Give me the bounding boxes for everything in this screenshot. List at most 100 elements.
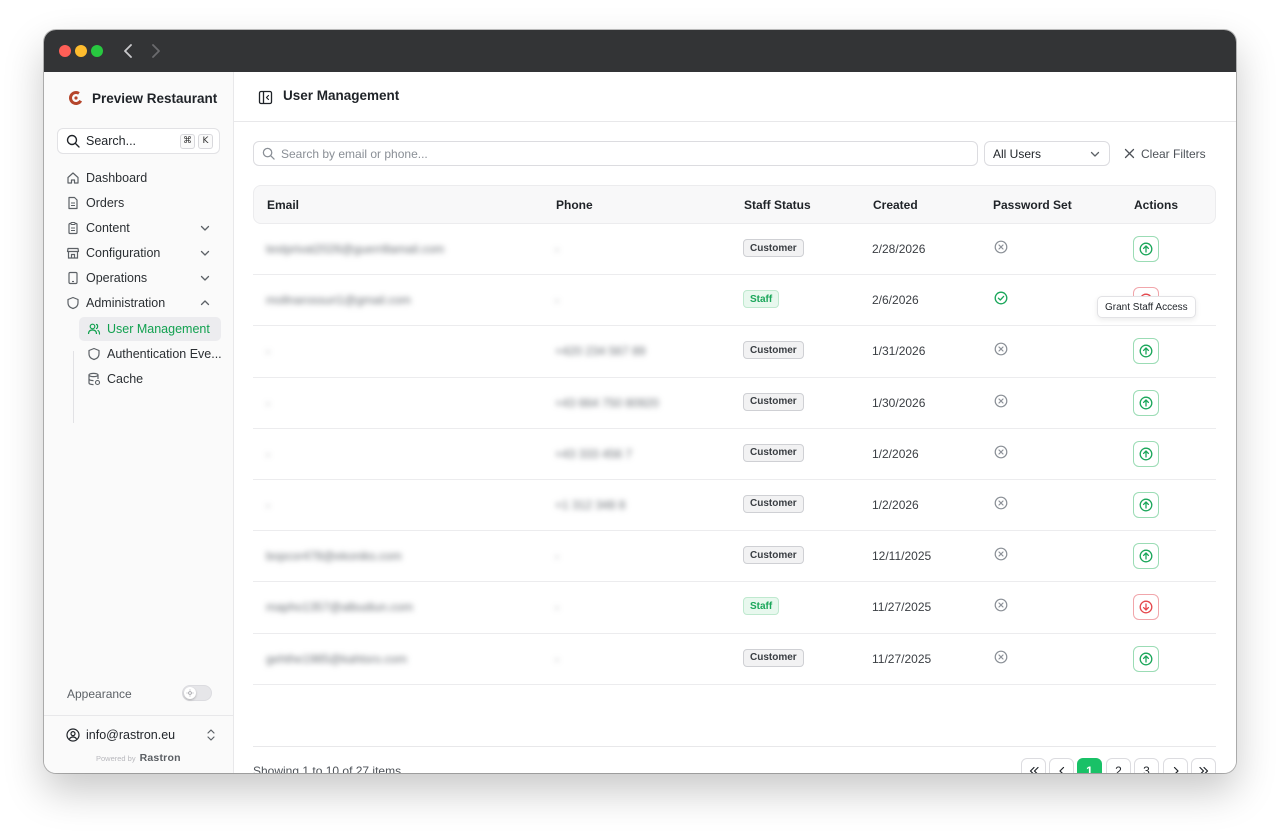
status-badge: Customer <box>743 546 804 565</box>
table-header: Email Phone Staff Status Created Passwor… <box>253 185 1216 224</box>
maximize-window-button[interactable] <box>91 45 103 57</box>
table-row[interactable]: mollnarossuri1@gmail.com - Staff 2/6/2026 <box>253 275 1216 327</box>
grant-staff-button[interactable] <box>1133 491 1159 518</box>
created-cell: 2/28/2026 <box>872 242 926 256</box>
grant-staff-button[interactable] <box>1133 543 1159 570</box>
sidebar-search[interactable]: Search... ⌘ K <box>57 128 220 154</box>
status-badge: Staff <box>743 597 780 616</box>
sidebar-item-cache[interactable]: Cache <box>79 367 221 391</box>
clear-filters-label: Clear Filters <box>1141 146 1206 161</box>
brand-logo-icon <box>68 90 84 106</box>
first-page-button[interactable] <box>1021 758 1046 773</box>
created-cell: 2/6/2026 <box>872 293 919 308</box>
phone-cell: +43 664 750 80920 <box>555 395 659 410</box>
phone-cell: +43 333 456 7 <box>555 446 633 461</box>
sidebar-item-content[interactable]: Content <box>58 216 220 240</box>
table-row[interactable]: - +1 312 348 8 Customer 1/2/2026 <box>253 480 1216 532</box>
search-input[interactable] <box>281 146 961 161</box>
account-email: info@rastron.eu <box>86 728 176 742</box>
search-icon <box>262 147 275 160</box>
sidebar-item-orders[interactable]: Orders <box>58 191 220 215</box>
next-page-button[interactable] <box>1163 758 1188 773</box>
email-cell: testprivat2026@guerrillamail.com <box>266 242 445 256</box>
user-search[interactable] <box>253 141 978 166</box>
table-row[interactable]: bopcor478@ekoniks.com - Customer 12/11/2025 <box>253 531 1216 583</box>
tablet-icon <box>66 271 80 285</box>
created-cell: 1/31/2026 <box>872 344 926 359</box>
column-header-staff-status[interactable]: Staff Status <box>744 198 811 212</box>
grant-staff-button[interactable] <box>1133 645 1159 672</box>
app-window: Preview Restaurant Search... ⌘ K Dashboa… <box>44 30 1236 773</box>
last-page-button[interactable] <box>1191 758 1216 773</box>
created-cell: 12/11/2025 <box>872 549 932 564</box>
column-header-phone[interactable]: Phone <box>556 198 593 212</box>
table-row[interactable]: gehthe1985@kahtsro.com - Customer 11/27/202… <box>253 634 1216 685</box>
email-cell: - <box>266 395 270 410</box>
column-header-actions: Actions <box>1134 198 1179 212</box>
page-title: User Management <box>283 88 400 103</box>
sidebar-item-authentication-events[interactable]: Authentication Eve... <box>79 342 221 366</box>
chevron-left-icon <box>1058 766 1064 773</box>
table-row[interactable]: - +420 234 567 89 Customer 1/31/2026 <box>253 326 1216 378</box>
status-badge: Customer <box>743 648 804 667</box>
user-type-select[interactable]: All Users <box>984 141 1110 166</box>
brand[interactable]: Preview Restaurant <box>68 88 217 108</box>
appearance-toggle[interactable] <box>182 685 212 701</box>
page-button-1[interactable]: 1 <box>1077 758 1102 773</box>
chevron-up-icon <box>198 296 212 310</box>
table-row[interactable]: mapho1357@albudiun.com - Staff 11/27/2025 <box>253 582 1216 634</box>
sidebar-item-label: Dashboard <box>86 171 148 185</box>
sidebar-item-dashboard[interactable]: Dashboard <box>58 166 220 190</box>
sidebar-item-label: Administration <box>86 296 166 310</box>
sidebar-item-configuration[interactable]: Configuration <box>58 241 220 265</box>
shortcut-key: ⌘ <box>180 133 195 149</box>
grant-staff-button[interactable] <box>1133 389 1159 416</box>
arrow-up-circle-icon <box>1139 396 1153 410</box>
page-button-3[interactable]: 3 <box>1134 758 1159 773</box>
column-header-email[interactable]: Email <box>267 198 299 212</box>
appearance-label: Appearance <box>67 687 132 701</box>
close-window-button[interactable] <box>59 45 71 57</box>
sidebar-toggle-icon[interactable] <box>257 89 273 105</box>
sidebar-item-user-management[interactable]: User Management <box>79 317 221 341</box>
grant-staff-button[interactable] <box>1133 236 1159 262</box>
revoke-staff-button[interactable] <box>1133 594 1159 621</box>
arrow-down-circle-icon <box>1139 600 1153 614</box>
page-button-2[interactable]: 2 <box>1106 758 1131 773</box>
chevrons-left-icon <box>1029 766 1039 773</box>
column-header-created[interactable]: Created <box>873 198 918 212</box>
email-cell: - <box>266 446 270 461</box>
sidebar-item-label: Authentication Eve... <box>107 347 221 361</box>
grant-staff-button[interactable] <box>1133 440 1159 467</box>
sidebar-divider <box>44 715 234 716</box>
email-cell: - <box>266 497 270 512</box>
status-badge: Customer <box>743 341 804 360</box>
minimize-window-button[interactable] <box>75 45 87 57</box>
account-menu[interactable]: info@rastron.eu <box>66 726 216 744</box>
document-icon <box>66 196 80 210</box>
check-circle-icon <box>993 290 1009 306</box>
status-badge: Customer <box>743 494 804 513</box>
x-circle-icon <box>993 495 1009 511</box>
email-cell: gehthe1985@kahtsro.com <box>266 651 407 666</box>
status-badge: Customer <box>743 392 804 411</box>
column-header-password-set[interactable]: Password Set <box>993 198 1072 212</box>
table-row[interactable]: testprivat2026@guerrillamail.com - Custome… <box>253 224 1216 276</box>
back-arrow-icon[interactable] <box>119 41 137 61</box>
table-row[interactable]: - +43 664 750 80920 Customer 1/30/2026 <box>253 378 1216 429</box>
forward-arrow-icon[interactable] <box>147 41 165 61</box>
phone-cell: +1 312 348 8 <box>555 497 626 512</box>
chevron-down-icon <box>1090 151 1100 157</box>
sun-icon <box>184 687 196 699</box>
database-icon <box>87 372 101 386</box>
arrow-up-circle-icon <box>1139 242 1153 256</box>
sidebar-item-operations[interactable]: Operations <box>58 266 220 290</box>
x-circle-icon <box>993 649 1009 665</box>
grant-staff-button[interactable] <box>1133 338 1159 365</box>
clear-filters-button[interactable]: Clear Filters <box>1124 141 1206 166</box>
previous-page-button[interactable] <box>1049 758 1074 773</box>
sidebar-item-administration[interactable]: Administration <box>58 291 220 315</box>
chevron-down-icon <box>198 221 212 235</box>
table-row[interactable]: - +43 333 456 7 Customer 1/2/2026 <box>253 429 1216 480</box>
created-cell: 1/2/2026 <box>872 446 919 461</box>
